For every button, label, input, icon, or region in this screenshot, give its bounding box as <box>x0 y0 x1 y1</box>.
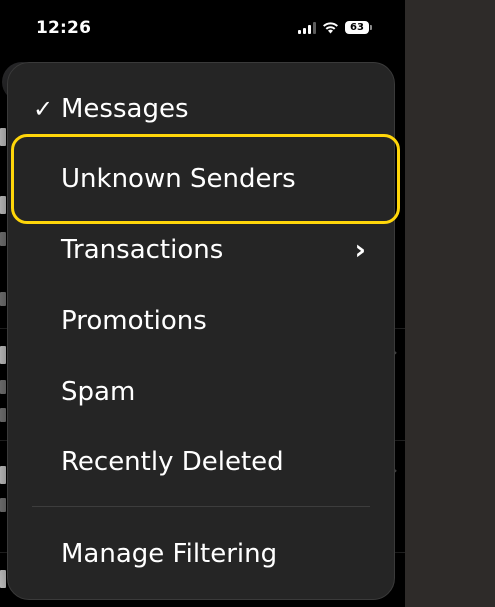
background-text-fragment <box>0 498 6 512</box>
background-text-fragment <box>0 232 6 246</box>
phone-screen: 12:26 63 › › ✓ Messages Unkno <box>0 0 405 607</box>
menu-item-label: Manage Filtering <box>61 539 278 569</box>
background-text-fragment <box>0 466 6 484</box>
menu-item-spam[interactable]: Spam <box>8 362 394 422</box>
menu-item-promotions[interactable]: Promotions <box>8 291 394 351</box>
menu-item-label: Promotions <box>61 306 207 336</box>
cellular-signal-icon <box>298 21 316 34</box>
background-text-fragment <box>0 570 6 588</box>
background-text-fragment <box>0 408 6 422</box>
side-background-panel <box>405 0 495 607</box>
battery-icon: 63 <box>345 21 372 34</box>
filter-menu: ✓ Messages Unknown Senders Transactions … <box>7 62 395 600</box>
background-text-fragment <box>0 292 6 306</box>
menu-item-recently-deleted[interactable]: Recently Deleted <box>8 432 394 492</box>
menu-item-label: Messages <box>61 94 189 124</box>
background-text-fragment <box>0 346 6 364</box>
menu-item-label: Unknown Senders <box>61 164 296 194</box>
background-text-fragment <box>0 128 6 146</box>
menu-item-unknown-senders[interactable]: Unknown Senders <box>8 149 394 209</box>
status-time: 12:26 <box>36 18 92 38</box>
checkmark-icon: ✓ <box>33 95 54 123</box>
menu-item-transactions[interactable]: Transactions › <box>8 220 394 280</box>
menu-item-messages[interactable]: ✓ Messages <box>8 79 394 139</box>
background-text-fragment <box>0 196 6 214</box>
menu-item-label: Recently Deleted <box>61 447 284 477</box>
menu-item-manage-filtering[interactable]: Manage Filtering <box>8 524 394 584</box>
menu-item-label: Spam <box>61 377 136 407</box>
wifi-icon <box>323 21 338 33</box>
menu-divider <box>32 506 370 507</box>
chevron-right-icon: › <box>354 233 366 266</box>
status-indicators: 63 <box>298 21 372 34</box>
menu-item-label: Transactions <box>61 235 224 265</box>
background-text-fragment <box>0 380 6 394</box>
